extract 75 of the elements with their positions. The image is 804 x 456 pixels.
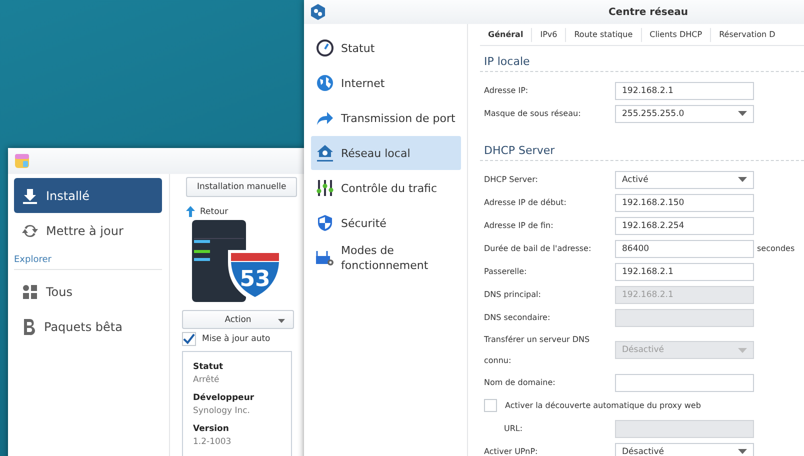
tab[interactable]: Général: [480, 28, 532, 42]
checkbox-label: Mise à jour auto: [202, 334, 270, 344]
sidebar-item[interactable]: Mettre à jour: [14, 213, 162, 248]
field-label: Adresse IP de fin:: [484, 220, 554, 232]
download-icon: [22, 188, 38, 204]
refresh-icon: [22, 222, 38, 238]
field-label: Durée de bail de l'adresse:: [484, 243, 592, 255]
checkbox[interactable]: [484, 399, 497, 412]
up-arrow-icon: [186, 206, 195, 217]
caret-icon: [738, 111, 747, 116]
input-field[interactable]: 192.168.2.1: [615, 82, 754, 100]
field-label: Masque de sous réseau:: [484, 108, 582, 120]
beta-icon: [22, 318, 36, 336]
app-icon: [14, 153, 30, 169]
gauge-icon: [315, 39, 335, 57]
caret-icon: [738, 348, 747, 352]
field-label: Nom de domaine:: [484, 377, 556, 389]
field-label: DNS principal:: [484, 289, 542, 301]
sliders-icon: [315, 179, 335, 197]
input-field[interactable]: 192.168.2.150: [615, 194, 754, 212]
checkbox-label: Activer la découverte automatique du proxy web: [505, 400, 701, 412]
tab[interactable]: Clients DHCP: [640, 28, 710, 42]
input-field[interactable]: 86400: [615, 240, 754, 258]
info-value: Synology Inc.: [193, 406, 251, 416]
sidebar-item[interactable]: Sécurité: [311, 206, 461, 240]
network-app-icon: [310, 4, 326, 20]
input-field[interactable]: [615, 374, 754, 392]
section-title: DHCP Server: [480, 135, 804, 161]
info-title: Statut: [193, 362, 224, 372]
shield-icon: [315, 214, 335, 232]
field-label: DHCP Server:: [484, 174, 539, 186]
sidebar-item[interactable]: Réseau local: [311, 136, 461, 170]
dropdown[interactable]: 255.255.255.0: [615, 104, 754, 122]
back-link[interactable]: Retour: [186, 206, 228, 217]
tab[interactable]: IPv6: [531, 28, 566, 42]
caret-icon: [278, 319, 285, 323]
house-icon: [315, 144, 335, 162]
field-label: Passerelle:: [484, 266, 528, 278]
router-icon: [315, 249, 335, 267]
field-label: Activer UPnP:: [484, 446, 539, 456]
info-title: Développeur: [193, 393, 256, 404]
sidebar-item[interactable]: Transmission de port: [311, 101, 461, 135]
sidebar-item[interactable]: Contrôle du trafic: [311, 171, 461, 205]
sidebar-item[interactable]: Statut: [311, 31, 461, 65]
sidebar-item[interactable]: Installé: [14, 178, 162, 213]
sidebar-item[interactable]: Modes de fonctionnement: [311, 241, 461, 275]
unit-label: secondes: [757, 244, 795, 253]
dropdown[interactable]: Activé: [615, 170, 754, 188]
tab[interactable]: Réservation D: [710, 28, 784, 42]
info-title: Version: [193, 424, 230, 434]
sidebar-item[interactable]: Internet: [311, 66, 461, 100]
window-title: Centre réseau: [608, 6, 688, 18]
tab[interactable]: Route statique: [565, 28, 641, 42]
field-label: URL:: [503, 423, 524, 435]
field-label: Transférer un serveur DNS connu:: [484, 334, 591, 367]
sidebar-item[interactable]: Tous: [14, 274, 162, 309]
globe-icon: [315, 74, 335, 92]
field-label: Adresse IP:: [484, 85, 530, 97]
field-label: DNS secondaire:: [484, 312, 552, 324]
input-field[interactable]: 192.168.2.1: [615, 262, 754, 280]
field-label: Adresse IP de début:: [484, 197, 568, 209]
curved-arrow-icon: [315, 110, 335, 126]
sidebar-item[interactable]: Paquets bêta: [14, 309, 162, 344]
caret-icon: [738, 177, 747, 182]
info-value: 1.2-1003: [193, 437, 232, 448]
section-title: IP locale: [480, 46, 804, 72]
info-value: Arrêté: [193, 375, 220, 386]
action-button[interactable]: Action: [182, 310, 294, 330]
section-heading: Explorer: [14, 252, 162, 270]
checkbox[interactable]: [182, 332, 196, 346]
grid-icon: [22, 284, 38, 300]
install-button[interactable]: Installation manuelle: [186, 177, 298, 197]
input-field[interactable]: 192.168.2.254: [615, 216, 754, 234]
caret-icon: [738, 449, 747, 454]
dropdown[interactable]: Désactivé: [615, 442, 754, 456]
